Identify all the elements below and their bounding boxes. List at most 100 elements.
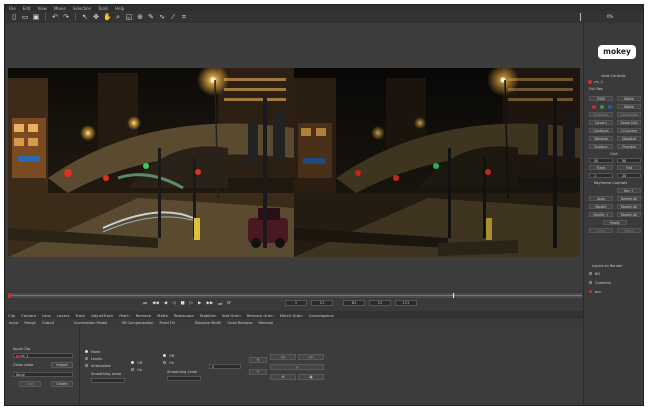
- new-file-icon[interactable]: ▯: [10, 13, 18, 21]
- in-frame-field[interactable]: 1: [285, 300, 307, 306]
- fullres-select[interactable]: Full Res: [589, 87, 603, 91]
- timeline-scrubber[interactable]: [8, 293, 582, 298]
- blue-channel-icon[interactable]: [608, 105, 612, 109]
- play-backward-button[interactable]: ◀: [164, 301, 167, 306]
- subtab-input[interactable]: Input: [9, 321, 18, 325]
- save-icon[interactable]: ▣: [32, 13, 40, 21]
- fixed-fill-on-radio[interactable]: [163, 361, 166, 364]
- layers-button[interactable]: Layers: [589, 120, 613, 125]
- render-bg-checkbox[interactable]: [589, 272, 592, 275]
- tab-patch[interactable]: Patch: [119, 313, 129, 318]
- menu-help[interactable]: Help: [115, 6, 124, 11]
- menu-edit[interactable]: Edit: [23, 6, 31, 11]
- flat-button[interactable]: Flat: [617, 165, 641, 170]
- menu-view[interactable]: View: [37, 6, 47, 11]
- shape-icon[interactable]: ◱: [125, 13, 133, 21]
- tab-match-grain[interactable]: Match Grain: [280, 313, 303, 318]
- remove-frame-button[interactable]: ◇: [270, 364, 324, 370]
- delete-all-button[interactable]: Delete All: [617, 196, 641, 201]
- illum-none-radio[interactable]: [85, 350, 88, 353]
- add-point-icon[interactable]: ⊕: [136, 13, 144, 21]
- menu-tools[interactable]: Tools: [98, 6, 108, 11]
- green-channel-icon[interactable]: [600, 105, 604, 109]
- last-frame-button[interactable]: ⏭: [218, 301, 222, 307]
- compensation-on-radio[interactable]: [131, 368, 134, 371]
- render-combine-checkbox[interactable]: [589, 281, 592, 284]
- step-back-button[interactable]: ◁: [172, 301, 175, 306]
- out-frame-field[interactable]: 111: [395, 300, 417, 306]
- small-value-field[interactable]: 1: [589, 173, 613, 178]
- compensation-off-radio[interactable]: [131, 361, 134, 364]
- zoom-icon[interactable]: ⌕: [114, 13, 122, 21]
- track-button[interactable]: Track: [589, 165, 613, 170]
- smoothing-level-field[interactable]: [91, 378, 125, 383]
- playhead[interactable]: [8, 293, 11, 298]
- key-plus-button[interactable]: Key +: [617, 188, 641, 193]
- reset-button[interactable]: Reset: [603, 220, 627, 225]
- step-forward-button[interactable]: ▷: [190, 301, 193, 306]
- surface-button[interactable]: Surface: [589, 144, 613, 149]
- input-clip-select[interactable]: clc_1: [13, 353, 73, 358]
- tab-rotoscope[interactable]: Rotoscope: [174, 313, 194, 318]
- matte-button[interactable]: Matte: [617, 96, 641, 101]
- undo-remove-icon[interactable]: ↶: [249, 369, 267, 375]
- tab-convergence[interactable]: Convergence: [309, 313, 334, 318]
- composite-button[interactable]: Composite: [617, 112, 641, 117]
- tab-camera[interactable]: Camera: [21, 313, 36, 318]
- menu-file[interactable]: File: [9, 6, 16, 11]
- tab-add-grain[interactable]: Add Grain: [222, 313, 241, 318]
- frame-marker[interactable]: [453, 293, 454, 298]
- preview-button[interactable]: Preview: [617, 144, 641, 149]
- contours-button[interactable]: Contours: [589, 128, 613, 133]
- tab-lens[interactable]: Lens: [42, 313, 51, 318]
- subtab-output[interactable]: Output: [42, 321, 54, 325]
- paste-key-button[interactable]: Paste: [617, 228, 641, 233]
- modify-all-plus-button[interactable]: Modify All: [617, 212, 641, 217]
- menu-selection[interactable]: Selection: [73, 6, 91, 11]
- menu-movie[interactable]: Movie: [54, 6, 66, 11]
- fixed-fill-off-radio[interactable]: [163, 354, 166, 357]
- modify-all-button[interactable]: Modify All: [617, 204, 641, 209]
- play-forward-button[interactable]: ▶: [198, 301, 201, 306]
- viewer-image[interactable]: [8, 68, 580, 257]
- tab-remove-grain[interactable]: Remove Grain: [247, 313, 274, 318]
- viewer-area[interactable]: [5, 23, 583, 289]
- clean-plate-select[interactable]: None: [13, 372, 73, 377]
- stabilize-button[interactable]: Stabilize: [617, 136, 641, 141]
- subtab-range[interactable]: Range: [24, 321, 35, 325]
- remove-right-button[interactable]: ◇▷: [298, 354, 324, 360]
- magic-wand-icon[interactable]: ⁄: [169, 13, 177, 21]
- crop-icon[interactable]: ⌗: [180, 13, 188, 21]
- stop-button[interactable]: ■: [181, 301, 185, 306]
- import-button[interactable]: Import: [51, 362, 73, 368]
- grid-value-right[interactable]: 50: [617, 158, 641, 163]
- frame-field[interactable]: 21: [311, 300, 333, 306]
- weights-button[interactable]: Weights: [589, 136, 613, 141]
- hand-icon[interactable]: ✋: [103, 13, 112, 21]
- modify-button[interactable]: Modify: [589, 204, 613, 209]
- illum-linear-radio[interactable]: [85, 357, 88, 360]
- remove-render-button[interactable]: ▣: [298, 374, 324, 380]
- dissolve-width-field[interactable]: 0: [209, 364, 241, 369]
- undo-icon[interactable]: ↶: [51, 13, 59, 21]
- copy-key-button[interactable]: Copy: [589, 228, 613, 233]
- auto-key-button[interactable]: Auto: [589, 196, 613, 201]
- tab-stabilize[interactable]: Stabilize: [200, 313, 216, 318]
- frame-field-2[interactable]: 21: [369, 300, 391, 306]
- remove-settings-button[interactable]: ⚙: [270, 374, 296, 380]
- illum-interpolate-radio[interactable]: [85, 364, 88, 367]
- first-frame-button[interactable]: ⏮: [143, 301, 147, 307]
- tab-matte[interactable]: Matte: [157, 313, 168, 318]
- redo-icon[interactable]: ↷: [62, 13, 70, 21]
- grid-value-left[interactable]: 50: [589, 158, 613, 163]
- modify-plus-button[interactable]: Modify +: [589, 212, 613, 217]
- small-value-field-2[interactable]: 20: [617, 173, 641, 178]
- red-channel-icon[interactable]: [592, 105, 596, 109]
- overlays-button[interactable]: Overlays: [589, 112, 613, 117]
- transform-icon[interactable]: ✥: [92, 13, 100, 21]
- tab-layers[interactable]: Layers: [57, 313, 70, 318]
- prev-key-button[interactable]: ◀◀: [152, 301, 159, 306]
- matte-mode-button[interactable]: Matte: [617, 104, 641, 109]
- spline-icon[interactable]: ∿: [158, 13, 166, 21]
- rgb-button[interactable]: RGB: [589, 96, 613, 101]
